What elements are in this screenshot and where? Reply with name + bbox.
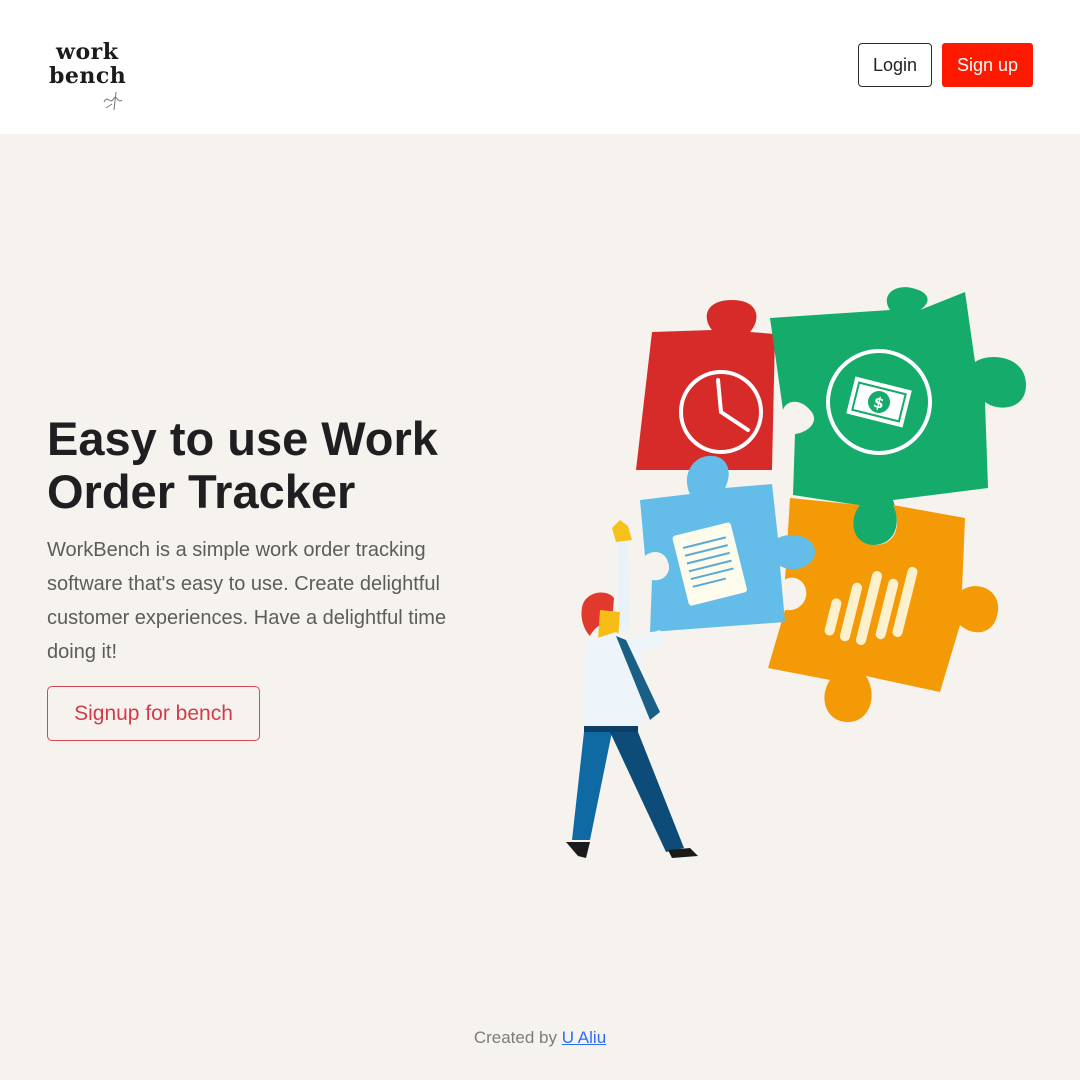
signup-for-bench-button[interactable]: Signup for bench — [47, 686, 260, 741]
blue-puzzle-piece — [640, 455, 815, 632]
footer-author-link[interactable]: U Aliu — [562, 1028, 606, 1047]
puzzle-teamwork-illustration: $ — [566, 287, 1026, 858]
footer: Created by U Aliu — [0, 1028, 1080, 1048]
footer-created-by: Created by — [473, 1028, 557, 1047]
top-header: work bench Login Sign up — [0, 0, 1080, 134]
hero-title: Easy to use Work Order Tracker — [47, 412, 438, 518]
logo-signature-mark — [103, 91, 123, 111]
signup-button[interactable]: Sign up — [942, 43, 1033, 87]
logo-line-1: work — [56, 39, 119, 65]
workbench-logo[interactable]: work bench — [48, 38, 138, 116]
login-button[interactable]: Login — [858, 43, 932, 87]
red-puzzle-piece — [636, 300, 775, 470]
hero-description: WorkBench is a simple work order trackin… — [47, 539, 447, 663]
